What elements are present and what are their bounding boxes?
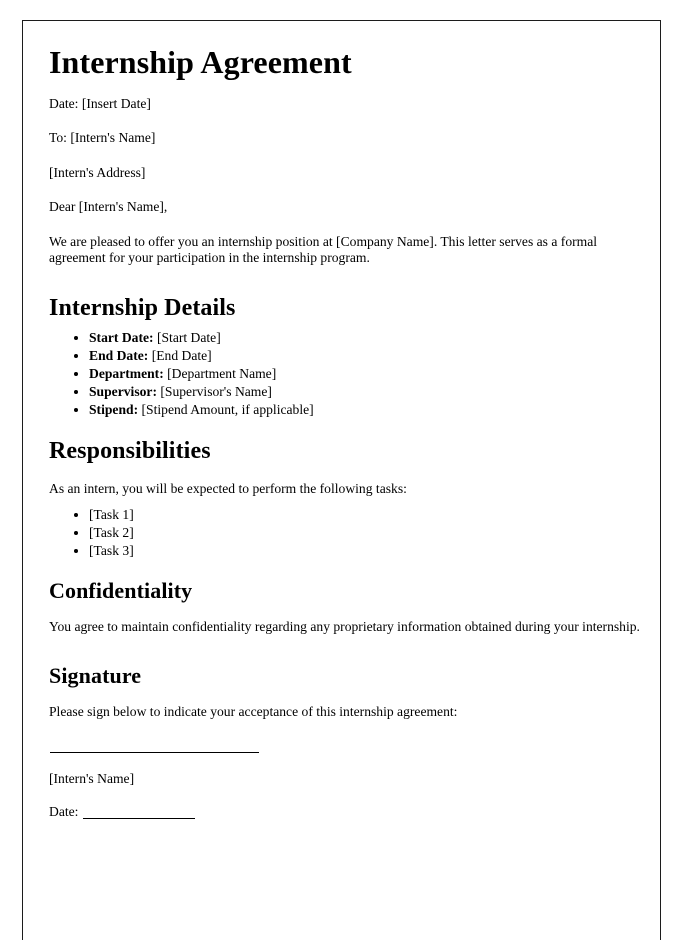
section-heading-signature: Signature <box>49 662 142 688</box>
internship-details-list: Start Date: [Start Date] End Date: [End … <box>49 329 642 419</box>
list-item: Department: [Department Name] <box>89 365 642 383</box>
page-title: Internship Agreement <box>49 44 352 80</box>
section-heading-internship-details: Internship Details <box>49 294 236 321</box>
list-item: [Task 1] <box>89 506 642 524</box>
intro-paragraph: We are pleased to offer you an internshi… <box>49 233 598 266</box>
list-item: Supervisor: [Supervisor's Name] <box>89 383 642 401</box>
detail-label-stipend: Stipend: <box>89 401 139 417</box>
letter-salutation: Dear [Intern's Name], <box>49 199 168 215</box>
signature-instruction: Please sign below to indicate your accep… <box>49 704 458 720</box>
document-body: Internship Agreement Date: [Insert Date]… <box>49 44 642 821</box>
letter-date-line: Date: [Insert Date] <box>49 95 151 111</box>
signature-name-label: [Intern's Name] <box>49 770 135 786</box>
responsibilities-task-list: [Task 1] [Task 2] [Task 3] <box>49 506 642 560</box>
list-item: Start Date: [Start Date] <box>89 329 642 347</box>
detail-label-start-date: Start Date: <box>89 329 154 345</box>
detail-label-end-date: End Date: <box>89 347 149 363</box>
detail-value-start-date: [Start Date] <box>156 329 221 345</box>
letter-recipient-line: To: [Intern's Name] <box>49 130 156 146</box>
detail-label-department: Department: <box>89 365 164 381</box>
signature-date-line[interactable] <box>83 818 196 820</box>
document-page: Internship Agreement Date: [Insert Date]… <box>22 20 661 940</box>
list-item: End Date: [End Date] <box>89 347 642 365</box>
detail-value-department: [Department Name] <box>167 365 277 381</box>
confidentiality-paragraph: You agree to maintain confidentiality re… <box>49 619 640 635</box>
detail-value-stipend: [Stipend Amount, if applicable] <box>141 401 314 417</box>
detail-value-supervisor: [Supervisor's Name] <box>160 383 272 399</box>
section-heading-confidentiality: Confidentiality <box>49 577 193 603</box>
list-item: Stipend: [Stipend Amount, if applicable] <box>89 401 642 419</box>
signature-date-row: Date: <box>49 787 642 821</box>
detail-label-supervisor: Supervisor: <box>89 383 157 399</box>
detail-value-end-date: [End Date] <box>151 347 212 363</box>
list-item: [Task 3] <box>89 542 642 560</box>
list-item: [Task 2] <box>89 524 642 542</box>
letter-address-line: [Intern's Address] <box>49 164 146 180</box>
responsibilities-intro: As an intern, you will be expected to pe… <box>49 481 407 497</box>
signature-date-label: Date: <box>49 804 79 820</box>
section-heading-responsibilities: Responsibilities <box>49 437 211 464</box>
